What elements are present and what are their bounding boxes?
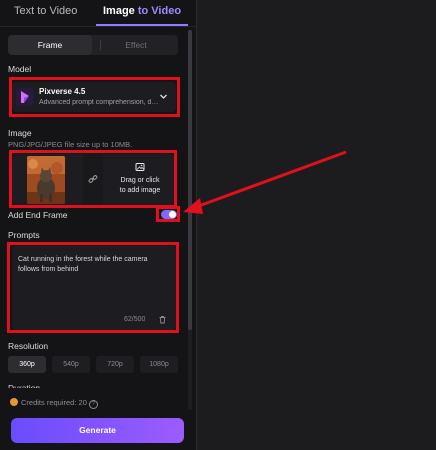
annotation-arrow [183, 150, 347, 214]
